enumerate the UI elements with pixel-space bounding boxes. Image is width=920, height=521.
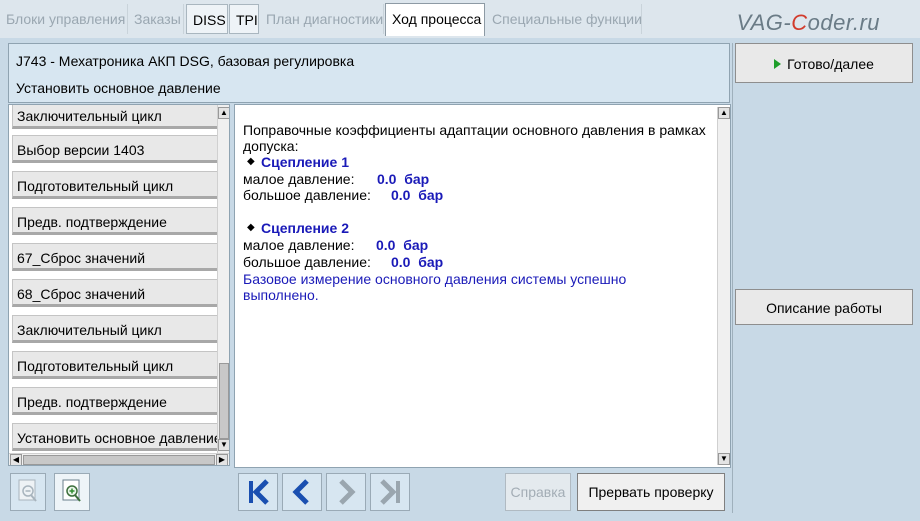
zoom-out-icon bbox=[18, 479, 37, 502]
bullet-icon: ◆ bbox=[247, 222, 255, 233]
clutch2-high-label: большое давление: bbox=[243, 254, 371, 270]
tab-bar: Блоки управления Заказы DISS TPI План ди… bbox=[0, 0, 920, 38]
zoom-out-button[interactable] bbox=[10, 473, 46, 511]
clutch1-title: Сцепление 1 bbox=[261, 154, 349, 170]
list-item[interactable]: Выбор версии 1403 bbox=[12, 135, 224, 163]
list-item[interactable]: Подготовительный цикл bbox=[12, 351, 224, 379]
list-item[interactable]: Подготовительный цикл bbox=[12, 171, 224, 199]
clutch1-low-label: малое давление: bbox=[243, 171, 355, 187]
skip-back-icon bbox=[249, 479, 269, 505]
tab-tpi[interactable]: TPI bbox=[229, 4, 259, 34]
clutch2-low-value: 0.0 бар bbox=[376, 237, 429, 253]
tab-special-functions[interactable]: Специальные функции bbox=[486, 4, 642, 34]
scroll-thumb[interactable] bbox=[219, 363, 229, 439]
chevron-left-icon bbox=[292, 479, 309, 505]
current-step-title: Установить основное давление bbox=[16, 80, 221, 96]
scroll-left-icon[interactable]: ◀ bbox=[10, 454, 22, 465]
clutch2-title: Сцепление 2 bbox=[261, 220, 349, 236]
tab-diss[interactable]: DISS bbox=[186, 4, 228, 34]
skip-forward-icon bbox=[380, 479, 400, 505]
zoom-in-button[interactable] bbox=[54, 473, 90, 511]
forward-button[interactable] bbox=[326, 473, 366, 511]
scroll-down-icon[interactable]: ▼ bbox=[718, 453, 730, 465]
step-list-hscrollbar[interactable]: ◀ ▶ bbox=[9, 453, 229, 465]
clutch1-high-value: 0.0 бар bbox=[391, 187, 444, 203]
right-panel: Готово/далее Описание работы bbox=[732, 43, 920, 513]
scroll-up-icon[interactable]: ▲ bbox=[718, 107, 730, 119]
step-list-vscrollbar[interactable]: ▲ ▼ bbox=[217, 105, 229, 453]
intro-text: Поправочные коэффициенты адаптации основ… bbox=[243, 122, 706, 138]
scroll-down-icon[interactable]: ▼ bbox=[218, 439, 229, 451]
first-button[interactable] bbox=[238, 473, 278, 511]
hscroll-thumb[interactable] bbox=[23, 455, 215, 465]
scroll-right-icon[interactable]: ▶ bbox=[216, 454, 228, 465]
list-item[interactable]: Предв. подтверждение bbox=[12, 387, 224, 415]
done-next-button[interactable]: Готово/далее bbox=[735, 43, 913, 83]
clutch1-high-label: большое давление: bbox=[243, 187, 371, 203]
result-text-cont: выполнено. bbox=[243, 287, 319, 303]
watermark-logo: VAG-Coder.ru bbox=[736, 10, 880, 35]
clutch2-high-value: 0.0 бар bbox=[391, 254, 444, 270]
list-item[interactable]: Предв. подтверждение bbox=[12, 207, 224, 235]
tab-diagnostic-plan[interactable]: План диагностики bbox=[260, 4, 384, 34]
module-title: J743 - Мехатроника АКП DSG, базовая регу… bbox=[16, 53, 355, 69]
list-item[interactable]: 68_Сброс значений bbox=[12, 279, 224, 307]
list-item[interactable]: Заключительный цикл bbox=[12, 315, 224, 343]
abort-test-button[interactable]: Прервать проверку bbox=[577, 473, 725, 511]
list-item[interactable]: Заключительный цикл bbox=[12, 105, 224, 129]
chevron-right-icon bbox=[339, 479, 356, 505]
tab-orders[interactable]: Заказы bbox=[128, 4, 184, 34]
list-item[interactable]: Установить основное давление bbox=[12, 423, 224, 451]
back-button[interactable] bbox=[282, 473, 322, 511]
result-text: Базовое измерение основного давления сис… bbox=[243, 271, 627, 287]
tab-control-units[interactable]: Блоки управления bbox=[0, 4, 128, 34]
clutch1-low-value: 0.0 бар bbox=[377, 171, 430, 187]
help-button[interactable]: Справка bbox=[505, 473, 571, 511]
list-item[interactable]: 67_Сброс значений bbox=[12, 243, 224, 271]
zoom-in-icon bbox=[62, 479, 81, 502]
step-list: Заключительный цикл Выбор версии 1403 По… bbox=[8, 104, 230, 466]
last-button[interactable] bbox=[370, 473, 410, 511]
process-output: Поправочные коэффициенты адаптации основ… bbox=[234, 104, 731, 468]
header-panel: J743 - Мехатроника АКП DSG, базовая регу… bbox=[8, 43, 730, 103]
work-description-button[interactable]: Описание работы bbox=[735, 289, 913, 325]
bullet-icon: ◆ bbox=[247, 156, 255, 167]
play-icon bbox=[774, 59, 782, 69]
clutch2-low-label: малое давление: bbox=[243, 237, 355, 253]
output-vscrollbar[interactable]: ▲ ▼ bbox=[717, 107, 730, 465]
tab-process[interactable]: Ход процесса bbox=[385, 3, 485, 36]
scroll-up-icon[interactable]: ▲ bbox=[218, 107, 229, 119]
